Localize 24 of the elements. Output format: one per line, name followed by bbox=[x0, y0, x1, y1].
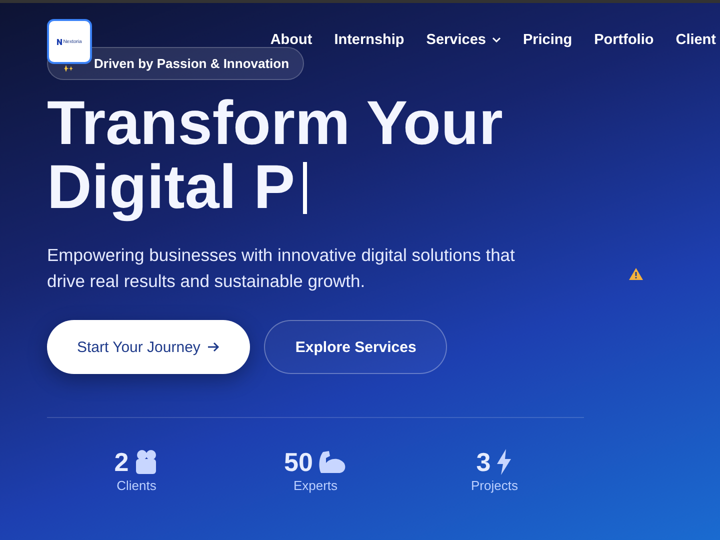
logo-mark-icon bbox=[57, 38, 62, 44]
start-journey-button[interactable]: Start Your Journey bbox=[47, 320, 250, 374]
stat-label: Clients bbox=[116, 478, 156, 493]
explore-services-button[interactable]: Explore Services bbox=[264, 320, 448, 374]
nav-link[interactable]: Portfolio bbox=[594, 32, 654, 48]
stat-value: 2 bbox=[114, 448, 129, 476]
stat-label: Projects bbox=[471, 478, 518, 493]
sparkle-icon bbox=[64, 65, 73, 72]
stat-label: Experts bbox=[293, 478, 338, 493]
nav-link[interactable]: Client bbox=[676, 32, 716, 48]
stat-value: 3 bbox=[476, 448, 491, 476]
nav-link[interactable]: Pricing bbox=[522, 32, 572, 48]
nav-dropdown[interactable]: Services bbox=[426, 32, 501, 48]
nav-link[interactable]: About bbox=[270, 32, 312, 48]
lightning-icon bbox=[494, 449, 513, 475]
chevron-down-icon bbox=[492, 37, 501, 43]
hero-subtitle: Empowering businesses with innovative digital solutions that drive real results and sustainable growth. bbox=[47, 244, 516, 293]
typing-cursor bbox=[303, 162, 308, 214]
warning-icon bbox=[629, 268, 643, 280]
flexed-arm-icon bbox=[316, 449, 347, 475]
stat-value: 50 bbox=[284, 448, 313, 476]
badge-text: Driven by Passion & Innovation bbox=[94, 56, 290, 71]
nav-link[interactable]: Internship bbox=[334, 32, 404, 48]
arrow-right-icon bbox=[208, 342, 220, 352]
